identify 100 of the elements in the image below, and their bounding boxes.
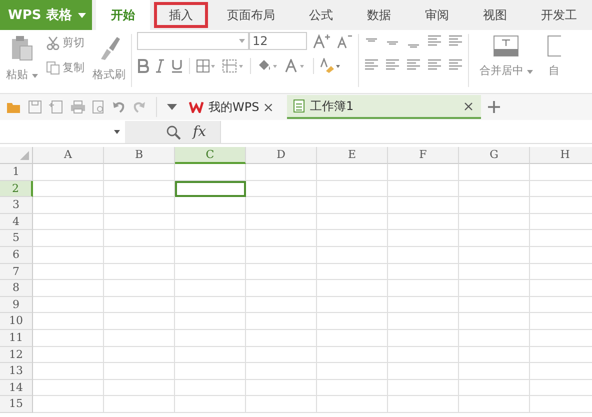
copy-button[interactable]: 复制 [62, 60, 84, 75]
save-icon[interactable] [28, 100, 42, 114]
table-cell [104, 296, 175, 314]
print-preview-icon[interactable] [92, 100, 106, 114]
format-painter-button[interactable]: 格式刷 [92, 67, 126, 82]
table-cell [104, 313, 175, 330]
bold-icon[interactable] [136, 59, 148, 73]
table-cell [246, 296, 317, 314]
font-color-icon[interactable] [284, 59, 306, 73]
select-all-corner[interactable] [0, 147, 33, 164]
active-cell[interactable] [175, 180, 246, 198]
clear-format-icon[interactable] [320, 58, 342, 74]
table-cell [317, 180, 388, 198]
close-icon[interactable] [264, 102, 273, 112]
row-header[interactable]: 2 [0, 180, 33, 198]
table-cell [459, 264, 530, 280]
table-cell [104, 246, 175, 264]
document-icon[interactable] [48, 100, 64, 114]
document-tab-label: 工作簿1 [310, 98, 355, 114]
table-cell [317, 197, 388, 214]
table-cell [317, 214, 388, 230]
close-icon[interactable] [464, 102, 473, 110]
table-cell [175, 363, 246, 380]
table-cell [388, 313, 459, 330]
column-header[interactable]: C [175, 147, 246, 164]
row-header[interactable]: 4 [0, 214, 33, 230]
borders-icon[interactable] [196, 59, 216, 73]
table-cell [175, 197, 246, 214]
column-header[interactable]: H [530, 147, 592, 164]
row-header[interactable]: 10 [0, 313, 33, 330]
table-cell [33, 230, 104, 247]
row-header[interactable]: 7 [0, 264, 33, 280]
row-header[interactable]: 5 [0, 230, 33, 247]
menu-tab[interactable]: 插入 [154, 2, 208, 28]
grow-font-icon[interactable] [312, 33, 330, 49]
row-header[interactable]: 15 [0, 396, 33, 413]
paste-button[interactable]: 粘贴 [6, 67, 38, 82]
column-header[interactable]: A [33, 147, 104, 164]
table-cell [33, 180, 104, 198]
function-button[interactable]: fx [192, 124, 206, 140]
shrink-font-icon[interactable] [336, 33, 352, 49]
table-cell [317, 380, 388, 396]
table-cell [388, 346, 459, 364]
row-header[interactable]: 8 [0, 280, 33, 297]
row-header[interactable]: 9 [0, 296, 33, 314]
column-header[interactable]: D [246, 147, 317, 164]
ribbon-button[interactable]: 自 [548, 63, 560, 78]
menu-tab[interactable]: 开发工 [526, 0, 592, 30]
table-cell [459, 363, 530, 380]
italic-icon[interactable] [154, 59, 164, 73]
font-name-field[interactable] [136, 32, 248, 50]
table-cell [104, 380, 175, 396]
redo-icon[interactable] [132, 100, 146, 114]
merge-center-button[interactable]: 合并居中 [480, 63, 533, 78]
table-cell [246, 280, 317, 297]
document-tab[interactable]: 我的WPS [183, 95, 281, 119]
menu-tab[interactable]: 开始 [96, 0, 150, 30]
scissors-icon [46, 36, 60, 50]
menu-tab[interactable]: 审阅 [410, 0, 464, 30]
column-header[interactable]: E [317, 147, 388, 164]
column-header[interactable]: B [104, 147, 175, 164]
vertical-align-icon[interactable] [448, 34, 462, 48]
horizontal-align-icon[interactable] [448, 58, 462, 72]
row-header[interactable]: 6 [0, 246, 33, 264]
cut-button[interactable]: 剪切 [62, 35, 84, 50]
row-header[interactable]: 13 [0, 363, 33, 380]
document-tab[interactable]: 工作簿1 [287, 95, 481, 119]
new-tab-icon[interactable] [487, 100, 501, 114]
horizontal-align-icon[interactable] [364, 58, 378, 72]
row-header[interactable]: 12 [0, 346, 33, 364]
zoom-icon[interactable] [166, 124, 181, 140]
column-header[interactable]: F [388, 147, 459, 164]
menu-tab[interactable]: 页面布局 [212, 0, 290, 30]
print-icon[interactable] [70, 100, 86, 114]
cell-style-icon[interactable] [222, 59, 244, 73]
menu-tab[interactable]: 数据 [352, 0, 406, 30]
menu-tab[interactable]: 公式 [294, 0, 348, 30]
fill-bucket-icon[interactable] [256, 59, 278, 73]
horizontal-align-icon[interactable] [426, 58, 442, 72]
menu-tab[interactable]: 视图 [468, 0, 522, 30]
table-cell [388, 180, 459, 198]
table-cell [388, 264, 459, 280]
dropdown-icon[interactable] [167, 104, 177, 110]
table-cell [459, 346, 530, 364]
table-cell [459, 164, 530, 181]
horizontal-align-icon[interactable] [384, 58, 400, 72]
row-header[interactable]: 11 [0, 330, 33, 347]
font-size-field[interactable]: 12 [248, 32, 306, 50]
horizontal-align-icon[interactable] [406, 58, 420, 72]
table-cell [459, 396, 530, 413]
row-header[interactable]: 14 [0, 380, 33, 396]
table-cell [317, 363, 388, 380]
vertical-align-icon[interactable] [426, 34, 442, 48]
row-header[interactable]: 3 [0, 197, 33, 214]
table-cell [459, 246, 530, 264]
underline-icon[interactable] [170, 59, 182, 73]
column-header[interactable]: G [459, 147, 530, 164]
undo-icon[interactable] [112, 100, 126, 114]
folder-icon[interactable] [6, 100, 22, 114]
row-header[interactable]: 1 [0, 164, 33, 181]
